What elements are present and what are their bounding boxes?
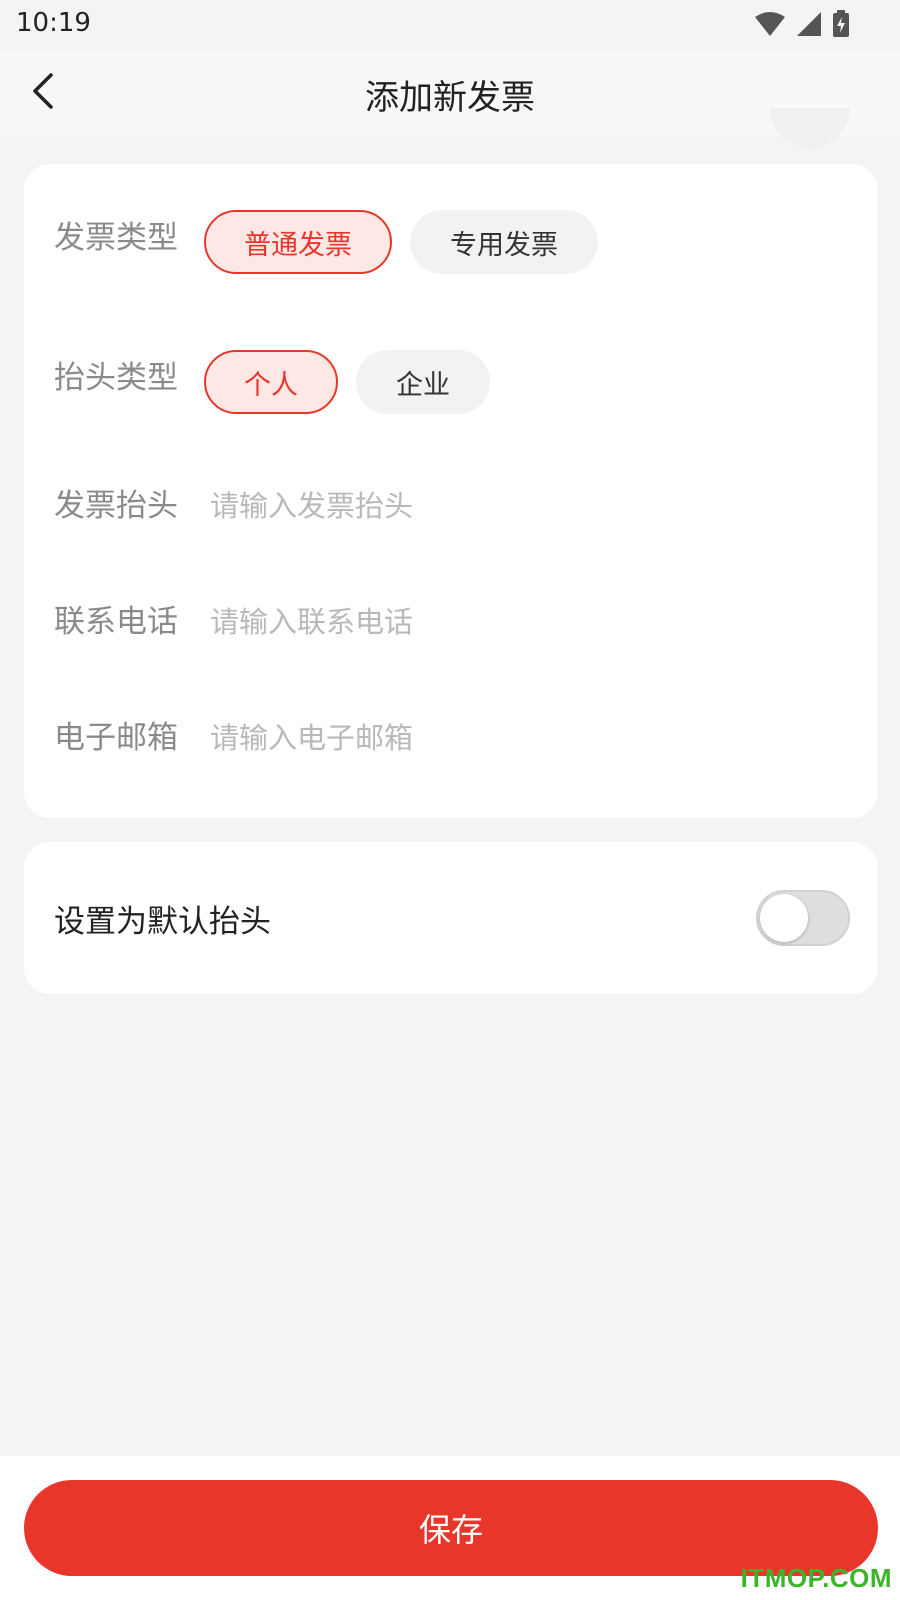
invoice-type-label: 发票类型: [54, 220, 178, 256]
invoice-title-input[interactable]: [210, 484, 830, 528]
watermark: ITMOP.COM: [740, 1563, 892, 1593]
battery-charging-icon: [832, 10, 850, 42]
toggle-knob: [760, 894, 808, 942]
phone-input[interactable]: [210, 600, 830, 644]
wifi-icon: [754, 11, 786, 41]
status-bar: 10:19: [0, 0, 900, 50]
phone-label: 联系电话: [54, 604, 178, 640]
email-input[interactable]: [210, 716, 830, 760]
invoice-title-label: 发票抬头: [54, 488, 178, 524]
invoice-form-card: 发票类型 普通发票 专用发票 抬头类型 个人 企业 发票抬头 联系电话 电子邮箱: [24, 164, 878, 818]
default-title-label: 设置为默认抬头: [54, 904, 271, 940]
chip-personal[interactable]: 个人: [204, 350, 338, 414]
chip-enterprise[interactable]: 企业: [356, 350, 490, 414]
default-title-card: 设置为默认抬头: [24, 842, 878, 994]
navigation-bar: 添加新发票: [0, 50, 900, 136]
chip-special-invoice[interactable]: 专用发票: [410, 210, 598, 274]
status-time: 10:19: [16, 8, 91, 38]
status-icons: [754, 10, 850, 42]
decorative-circle: [770, 108, 850, 148]
email-label: 电子邮箱: [54, 720, 178, 756]
cellular-signal-icon: [796, 11, 822, 41]
default-title-toggle[interactable]: [756, 890, 850, 946]
chip-normal-invoice[interactable]: 普通发票: [204, 210, 392, 274]
title-type-label: 抬头类型: [54, 360, 178, 396]
page-title: 添加新发票: [365, 78, 535, 118]
save-button[interactable]: 保存: [24, 1480, 878, 1576]
